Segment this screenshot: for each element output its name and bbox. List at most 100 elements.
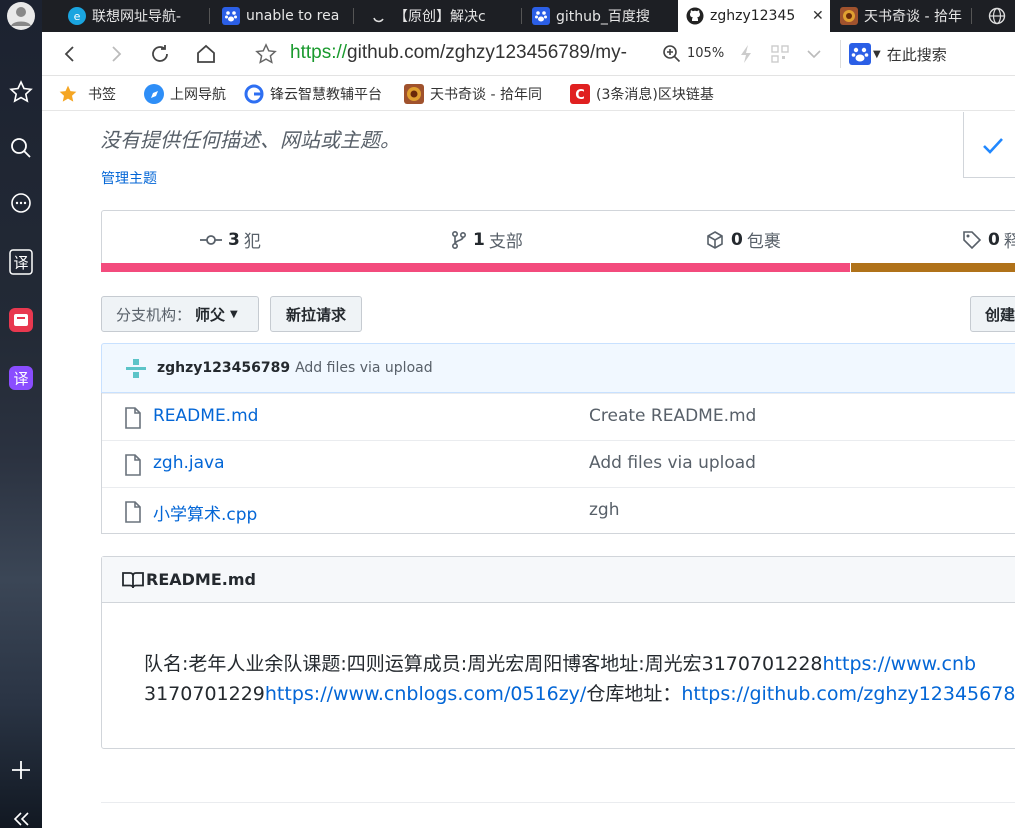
- language-segment-java: [851, 263, 1015, 272]
- tab-unable-to-read[interactable]: unable to rea: [214, 0, 354, 32]
- language-bar[interactable]: [101, 263, 1015, 272]
- game-icon: [840, 7, 858, 25]
- file-icon: [125, 407, 141, 429]
- language-segment-cpp: [101, 263, 851, 272]
- releases-stat[interactable]: 0释: [962, 227, 1015, 252]
- file-commit-message[interactable]: Create README.md: [589, 406, 756, 426]
- commit-icon: [200, 234, 222, 245]
- create-file-button[interactable]: 创建: [970, 296, 1015, 332]
- svg-text:译: 译: [13, 370, 28, 388]
- latest-commit-bar: zghzy123456789 Add files via upload: [101, 343, 1015, 393]
- forward-icon[interactable]: [104, 42, 128, 66]
- star-icon: [58, 84, 78, 104]
- bookmark-star-icon[interactable]: [254, 42, 278, 66]
- bookmark-item-web-nav[interactable]: 上网导航: [144, 82, 226, 106]
- zoom-icon[interactable]: [660, 42, 684, 66]
- packages-stat[interactable]: 0 包裹: [705, 227, 781, 252]
- file-name-link[interactable]: zgh.java: [153, 453, 225, 473]
- bookmark-bar: 书签 上网导航 锋云智慧教辅平台 天书奇谈 - 拾年同 C (3条消息)区块链基: [42, 76, 1015, 111]
- file-icon: [125, 454, 141, 476]
- checkmark-icon: [983, 137, 1003, 154]
- tab-github-repo[interactable]: zghzy12345 ✕: [678, 0, 830, 32]
- file-name-link[interactable]: 小学算术.cpp: [153, 500, 257, 525]
- address-toolbar: https://github.com/zghzy123456789/my- 10…: [42, 32, 1015, 76]
- zoom-level: 105%: [687, 46, 725, 61]
- translate-app-icon[interactable]: 译: [0, 360, 42, 396]
- baidu-paw-icon: [849, 43, 871, 65]
- list-item[interactable]: README.md Create README.md: [102, 393, 1015, 440]
- chat-icon[interactable]: [0, 186, 42, 222]
- list-item[interactable]: 小学算术.cpp zgh: [102, 487, 1015, 534]
- qr-code-icon[interactable]: [768, 42, 792, 66]
- game-icon: [404, 84, 424, 104]
- list-item[interactable]: zgh.java Add files via upload: [102, 440, 1015, 487]
- book-icon: [122, 571, 144, 588]
- commit-author-link[interactable]: zghzy123456789: [157, 360, 290, 376]
- tab-lenovo-nav[interactable]: e 联想网址导航-: [60, 0, 210, 32]
- search-box[interactable]: ▼ 在此搜索: [840, 40, 1015, 68]
- home-icon[interactable]: [194, 42, 218, 66]
- loading-icon: [370, 7, 388, 25]
- svg-text:译: 译: [13, 254, 28, 272]
- avatar[interactable]: [123, 355, 149, 381]
- manage-topics-link[interactable]: 管理主题: [101, 168, 157, 188]
- readme-line-2: 3170701229https://www.cnblogs.com/0516zy…: [144, 679, 1015, 709]
- tab-strip: e 联想网址导航- unable to rea 【原创】解决c github_百…: [42, 0, 1015, 32]
- branch-select-button[interactable]: 分支机构： 师父 ▼: [101, 296, 259, 332]
- tab-tianshu[interactable]: 天书奇谈 - 拾年: [832, 0, 972, 32]
- browser-sidebar: 译 译: [0, 0, 42, 828]
- readme-header: README.md: [102, 557, 1015, 603]
- readme-link[interactable]: https://www.cnb: [823, 653, 977, 675]
- compass-icon: [144, 84, 164, 104]
- refresh-icon[interactable]: [148, 42, 172, 66]
- new-pull-request-button[interactable]: 新拉请求: [270, 296, 362, 332]
- search-engine-chevron-icon[interactable]: ▼: [873, 49, 881, 60]
- shopping-app-icon[interactable]: [0, 302, 42, 338]
- file-name-link[interactable]: README.md: [153, 406, 258, 426]
- github-repo-page: 没有提供任何描述、网站或主题。 管理主题 3犯 1 支部 0 包裹 0释 分支机构：…: [42, 112, 1015, 828]
- package-icon: [707, 230, 723, 249]
- add-icon[interactable]: [0, 752, 42, 788]
- dropdown-chevron-icon[interactable]: [802, 42, 826, 66]
- readme-content: 队名:老年人业余队课题:四则运算成员:周光宏周阳博客地址:周光宏31707012…: [144, 649, 1015, 709]
- bookmark-item-blockchain[interactable]: C (3条消息)区块链基: [570, 82, 720, 106]
- file-commit-message[interactable]: zgh: [589, 500, 620, 520]
- divider: [101, 802, 1015, 803]
- user-avatar-icon[interactable]: [0, 0, 42, 32]
- tab-original-solve[interactable]: 【原创】解决c: [362, 0, 522, 32]
- translate-icon[interactable]: 译: [0, 244, 42, 280]
- file-commit-message[interactable]: Add files via upload: [589, 453, 756, 473]
- close-tab-icon[interactable]: ✕: [812, 8, 824, 24]
- readme-line-1: 队名:老年人业余队课题:四则运算成员:周光宏周阳博客地址:周光宏31707012…: [144, 653, 977, 675]
- file-list: README.md Create README.md zgh.java Add …: [101, 393, 1015, 534]
- svg-text:C: C: [575, 88, 585, 101]
- tab-github-baidu[interactable]: github_百度搜: [524, 0, 674, 32]
- repo-description: 没有提供任何描述、网站或主题。: [100, 128, 400, 152]
- svg-text:e: e: [74, 10, 81, 22]
- new-tab-globe-icon[interactable]: [980, 0, 1015, 32]
- caret-down-icon: ▼: [230, 308, 238, 320]
- baidu-paw-icon: [222, 7, 240, 25]
- collapse-sidebar-icon[interactable]: [0, 800, 42, 828]
- file-icon: [125, 501, 141, 523]
- csdn-icon: C: [570, 84, 590, 104]
- lightning-icon[interactable]: [734, 42, 758, 66]
- favorites-star-icon[interactable]: [0, 74, 42, 110]
- bookmark-item-fengyun[interactable]: 锋云智慧教辅平台: [244, 82, 382, 106]
- branches-stat[interactable]: 1 支部: [451, 227, 523, 252]
- search-icon[interactable]: [0, 130, 42, 166]
- checkmark-button[interactable]: [963, 112, 1015, 178]
- commit-message-link[interactable]: Add files via upload: [295, 360, 433, 376]
- bookmarks-folder[interactable]: 书签: [58, 82, 116, 106]
- search-input[interactable]: 在此搜索: [887, 44, 947, 65]
- commits-stat[interactable]: 3犯: [200, 227, 261, 252]
- back-icon[interactable]: [58, 42, 82, 66]
- baidu-paw-icon: [532, 7, 550, 25]
- cloud-logo-icon: [244, 84, 264, 104]
- readme-link[interactable]: https://github.com/zghzy123456789: [681, 683, 1015, 705]
- e-icon: e: [68, 7, 86, 25]
- readme-panel: README.md 队名:老年人业余队课题:四则运算成员:周光宏周阳博客地址:周…: [101, 556, 1015, 749]
- readme-link[interactable]: https://www.cnblogs.com/0516zy/: [265, 683, 586, 705]
- url-field[interactable]: https://github.com/zghzy123456789/my-: [290, 42, 627, 64]
- bookmark-item-tianshu[interactable]: 天书奇谈 - 拾年同: [404, 82, 554, 106]
